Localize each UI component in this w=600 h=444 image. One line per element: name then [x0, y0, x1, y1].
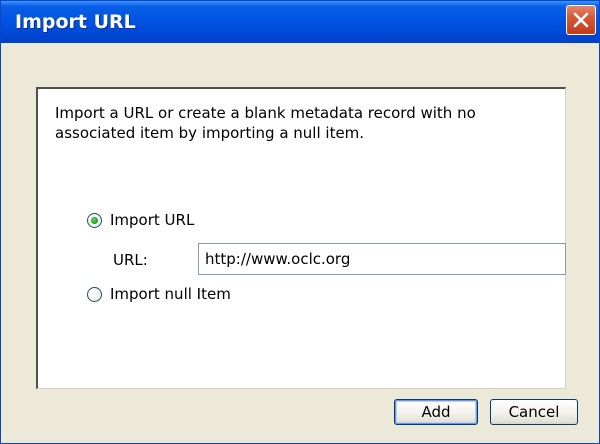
radio-checked-icon[interactable]	[87, 212, 102, 228]
cancel-button[interactable]: Cancel	[490, 399, 578, 425]
dialog-body: Import a URL or create a blank metadata …	[1, 43, 599, 443]
title-bar[interactable]: Import URL	[1, 1, 599, 43]
import-url-radio-option[interactable]: Import URL	[87, 211, 194, 229]
import-null-radio-label: Import null Item	[110, 285, 231, 303]
options-panel: Import a URL or create a blank metadata …	[36, 87, 566, 389]
radio-unchecked-icon[interactable]	[87, 286, 102, 302]
import-url-dialog: Import URL Import a URL or create a blan…	[0, 0, 600, 444]
add-button[interactable]: Add	[394, 399, 478, 425]
close-button[interactable]	[566, 5, 596, 35]
url-field-label: URL:	[113, 251, 148, 269]
window-title: Import URL	[15, 11, 136, 33]
import-url-radio-label: Import URL	[110, 211, 195, 229]
url-input[interactable]	[198, 243, 566, 275]
import-null-radio-option[interactable]: Import null Item	[87, 285, 231, 303]
close-icon	[573, 12, 589, 28]
description-text: Import a URL or create a blank metadata …	[55, 104, 476, 142]
